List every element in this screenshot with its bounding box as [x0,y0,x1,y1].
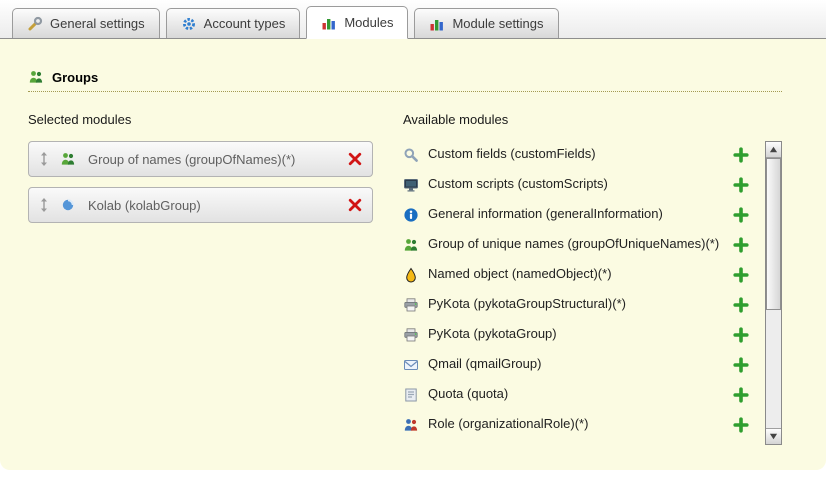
scroll-down-button[interactable] [766,428,781,444]
up-icon [766,142,782,158]
add-module-button[interactable] [733,147,749,163]
add-module-button[interactable] [733,387,749,403]
printer-icon [403,297,419,313]
module-label: General information (generalInformation) [428,206,724,222]
add-module-button[interactable] [733,417,749,433]
module-columns: Selected modules Group of names (groupOf… [28,112,782,445]
available-modules-wrap: Custom fields (customFields) Custom scri… [403,141,782,445]
remove-module-button[interactable] [347,151,363,167]
group-icon [60,151,76,167]
mail-icon [403,357,419,373]
remove-module-button[interactable] [347,197,363,213]
add-module-button[interactable] [733,237,749,253]
drag-handle-icon[interactable] [36,197,52,213]
info-icon [403,207,419,223]
scrollbar-track[interactable] [766,158,781,428]
module-label: Group of unique names (groupOfUniqueName… [428,236,724,252]
quota-icon [403,387,419,403]
kolab-icon [60,197,76,213]
available-module-row: Role (organizationalRole)(*) [403,411,759,438]
module-label: Custom scripts (customScripts) [428,176,724,192]
module-label: Named object (namedObject)(*) [428,266,724,282]
tab-label: General settings [50,16,145,31]
available-module-row: Custom scripts (customScripts) [403,171,759,198]
available-modules-list: Custom fields (customFields) Custom scri… [403,141,765,445]
section-title: Groups [52,70,98,85]
available-modules-column: Available modules Custom fields (customF… [403,112,782,445]
printer-icon [403,327,419,343]
module-label: Group of names (groupOfNames)(*) [84,152,339,167]
scroll-up-button[interactable] [766,142,781,158]
chart-icon [429,16,445,32]
selected-module-row: Kolab (kolabGroup) [28,187,373,223]
selected-modules-list: Group of names (groupOfNames)(*) Kolab (… [28,141,373,223]
available-modules-heading: Available modules [403,112,782,127]
tab-label: Modules [344,15,393,30]
module-label: Role (organizationalRole)(*) [428,416,724,432]
content-panel: Groups Selected modules Group of names (… [0,39,826,470]
chart-icon [321,15,337,31]
available-module-row: Qmail (qmailGroup) [403,351,759,378]
section-header: Groups [28,69,782,92]
tab-module-settings[interactable]: Module settings [414,8,558,38]
add-module-button[interactable] [733,327,749,343]
wrench-icon [27,16,43,32]
add-module-button[interactable] [733,177,749,193]
module-label: Kolab (kolabGroup) [84,198,339,213]
scrollbar-thumb[interactable] [766,158,781,310]
selected-modules-heading: Selected modules [28,112,373,127]
available-module-row: Custom fields (customFields) [403,141,759,168]
available-module-row: PyKota (pykotaGroup) [403,321,759,348]
add-module-button[interactable] [733,207,749,223]
tab-account-types[interactable]: Account types [166,8,301,38]
module-label: PyKota (pykotaGroupStructural)(*) [428,296,724,312]
magnifier-icon [403,147,419,163]
tab-bar: General settings Account types Modules M… [0,0,826,39]
screen-icon [403,177,419,193]
available-module-row: Group of unique names (groupOfUniqueName… [403,231,759,258]
scrollbar[interactable] [765,141,782,445]
tab-label: Account types [204,16,286,31]
module-label: PyKota (pykotaGroup) [428,326,724,342]
selected-module-row: Group of names (groupOfNames)(*) [28,141,373,177]
available-module-row: Named object (namedObject)(*) [403,261,759,288]
drag-handle-icon[interactable] [36,151,52,167]
available-module-row: Quota (quota) [403,381,759,408]
gear-icon [181,16,197,32]
down-icon [766,429,782,445]
module-label: Custom fields (customFields) [428,146,724,162]
add-module-button[interactable] [733,267,749,283]
group-icon [28,69,44,85]
role-icon [403,417,419,433]
drop-icon [403,267,419,283]
group-icon [403,237,419,253]
available-module-row: PyKota (pykotaGroupStructural)(*) [403,291,759,318]
add-module-button[interactable] [733,297,749,313]
tab-modules[interactable]: Modules [306,6,408,39]
module-label: Qmail (qmailGroup) [428,356,724,372]
add-module-button[interactable] [733,357,749,373]
selected-modules-column: Selected modules Group of names (groupOf… [28,112,373,445]
available-module-row: General information (generalInformation) [403,201,759,228]
tab-label: Module settings [452,16,543,31]
module-label: Quota (quota) [428,386,724,402]
tab-general-settings[interactable]: General settings [12,8,160,38]
